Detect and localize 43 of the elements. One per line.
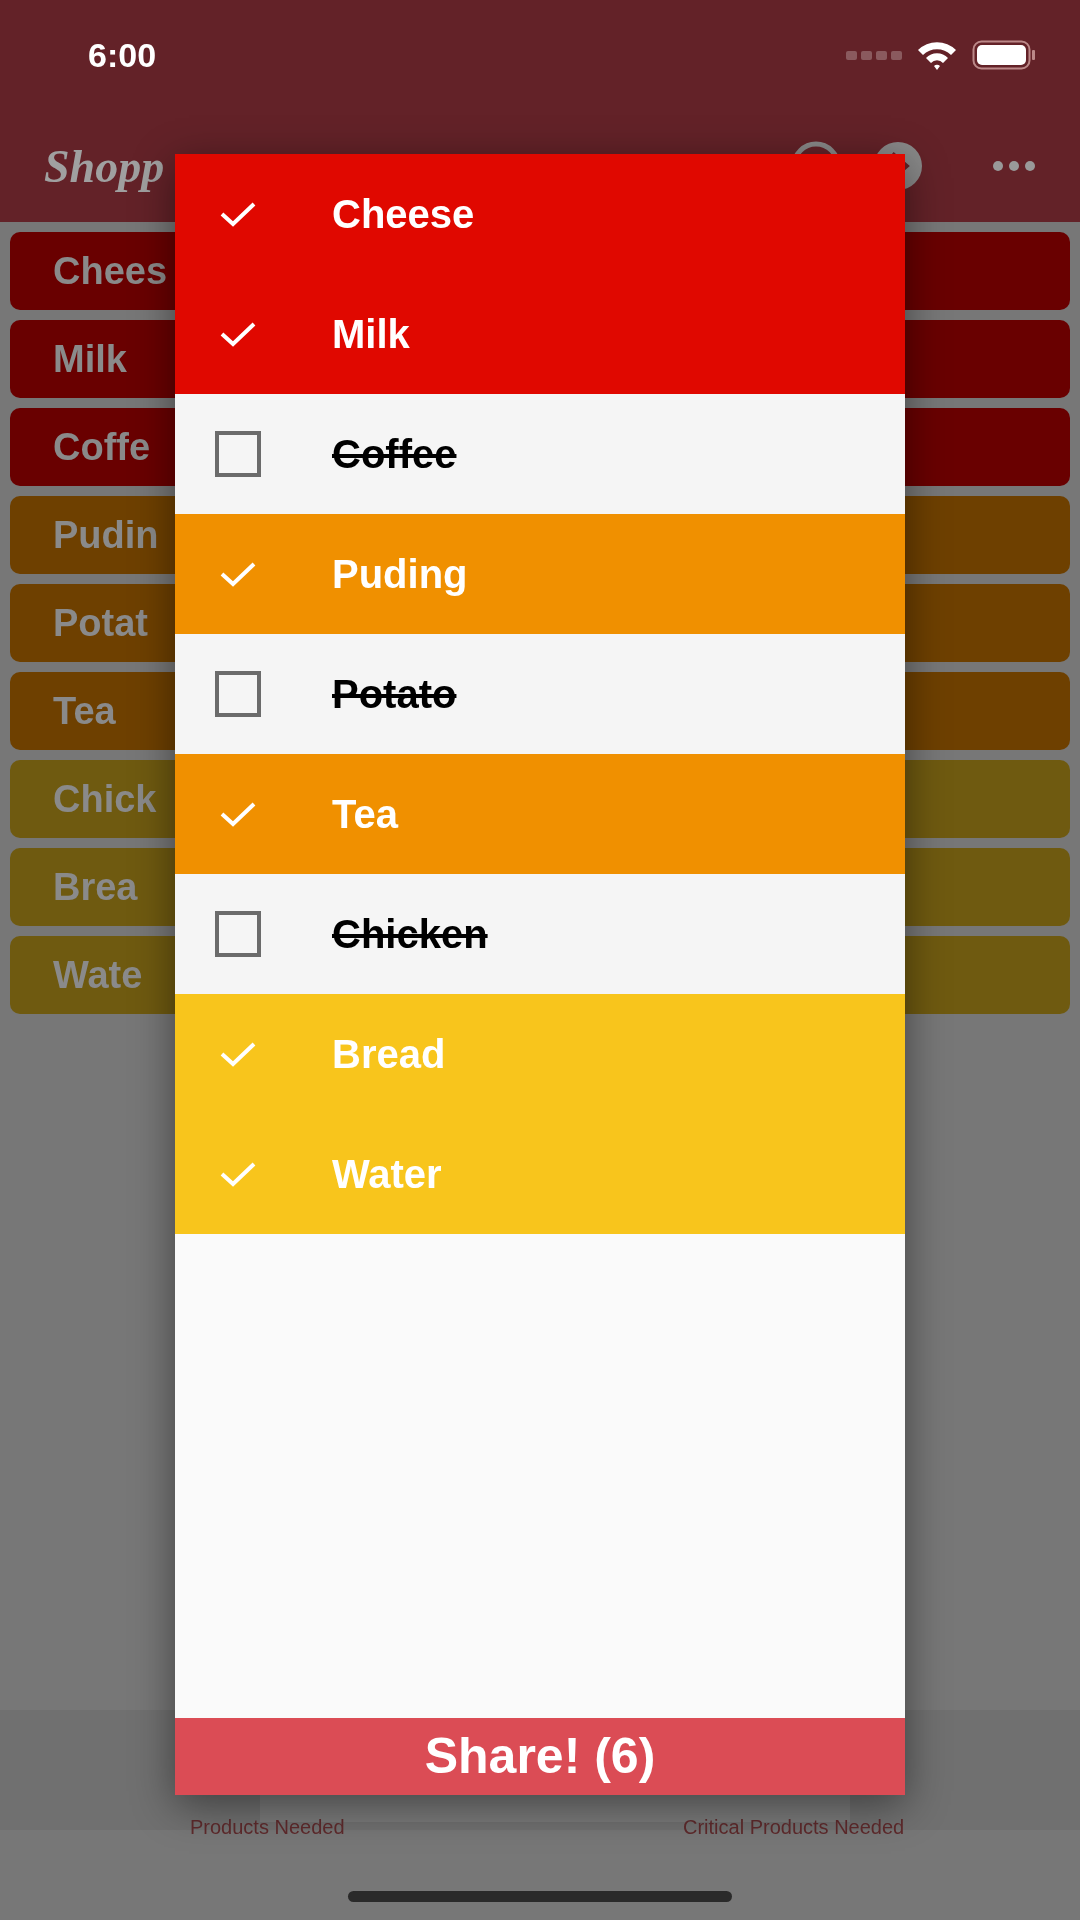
check-icon[interactable] <box>219 561 256 587</box>
list-row[interactable]: Puding <box>175 514 905 634</box>
tab-label[interactable]: Critical Products Needed <box>683 1812 905 1842</box>
list-row[interactable]: Potato <box>175 634 905 754</box>
status-time: 6:00 <box>88 34 157 76</box>
item-label: Tea <box>53 688 116 734</box>
check-icon[interactable] <box>219 201 256 227</box>
check-icon[interactable] <box>219 321 256 347</box>
item-label: Tea <box>332 791 398 838</box>
list-row[interactable]: Coffee <box>175 394 905 514</box>
item-label: Water <box>332 1151 442 1198</box>
item-label: Chicken <box>332 911 488 958</box>
item-label: Potato <box>332 671 457 718</box>
item-label: Wate <box>53 952 143 998</box>
check-icon[interactable] <box>219 1161 256 1187</box>
list-row[interactable]: Chicken <box>175 874 905 994</box>
item-label: Coffe <box>53 424 151 470</box>
item-label: Chees <box>53 248 168 294</box>
item-label: Pudin <box>53 512 159 558</box>
battery-icon <box>972 40 1036 70</box>
list-row[interactable]: Milk <box>175 274 905 394</box>
checkbox[interactable] <box>214 911 261 957</box>
item-label: Bread <box>332 1031 446 1078</box>
item-label: Milk <box>53 336 127 382</box>
item-label: Milk <box>332 311 410 358</box>
item-label: Chick <box>53 776 157 822</box>
item-label: Brea <box>53 864 138 910</box>
share-button[interactable]: Share! (6) <box>175 1718 905 1795</box>
item-label: Coffee <box>332 431 457 478</box>
tab-label[interactable]: Products Needed <box>190 1812 345 1842</box>
item-label: Cheese <box>332 191 475 238</box>
checkbox[interactable] <box>214 431 261 477</box>
item-label: Puding <box>332 551 468 598</box>
item-label: Potat <box>53 600 148 646</box>
check-icon[interactable] <box>219 1041 256 1067</box>
list-row[interactable]: Cheese <box>175 154 905 274</box>
checkbox[interactable] <box>214 671 261 717</box>
wifi-icon <box>916 39 958 71</box>
signal-icon <box>846 48 902 62</box>
app-title: Shopp <box>44 139 165 194</box>
list-row[interactable]: Tea <box>175 754 905 874</box>
check-icon[interactable] <box>219 801 256 827</box>
more-icon[interactable] <box>992 160 1036 172</box>
